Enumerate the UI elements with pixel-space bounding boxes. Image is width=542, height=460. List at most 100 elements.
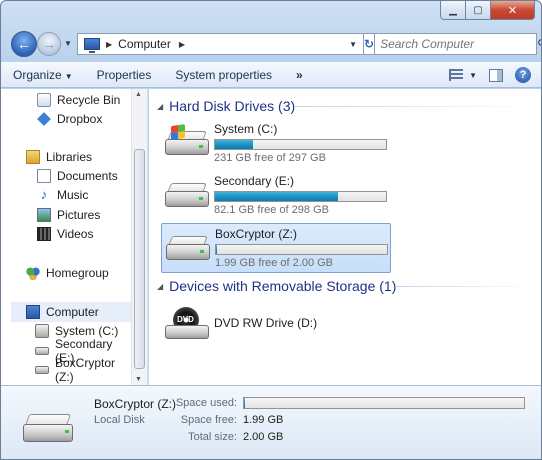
dvd-drive-icon: DVD — [165, 307, 209, 343]
scroll-up-icon[interactable]: ▲ — [135, 91, 142, 98]
preview-pane-icon[interactable] — [489, 68, 503, 82]
organize-menu[interactable]: Organize ▼ — [13, 68, 85, 82]
drive-name: System (C:) — [214, 122, 278, 136]
drive-tile-boxcryptor-z[interactable]: BoxCryptor (Z:) 1.99 GB free of 2.00 GB — [161, 223, 391, 273]
drive-name: DVD RW Drive (D:) — [214, 316, 318, 330]
view-tools: ▼ ? — [449, 67, 531, 83]
more-commands-button[interactable]: » — [284, 68, 314, 82]
group-header-label: Hard Disk Drives (3) — [169, 98, 296, 114]
group-header-label: Devices with Removable Storage (1) — [169, 278, 397, 294]
drive-icon — [35, 347, 49, 355]
sidebar-item-label: Dropbox — [57, 112, 103, 126]
forward-button[interactable]: → — [37, 32, 61, 56]
sidebar-item-libraries[interactable]: Libraries — [26, 147, 131, 167]
group-divider — [295, 106, 535, 107]
sidebar-item-homegroup[interactable]: Homegroup — [26, 263, 131, 283]
drive-icon — [165, 181, 209, 209]
sidebar-item-recycle-bin[interactable]: Recycle Bin — [37, 90, 131, 110]
space-used-label: Space used: — [175, 397, 237, 409]
group-divider — [395, 286, 535, 287]
breadcrumb-chevron-icon[interactable]: ▶ — [179, 40, 185, 49]
sidebar-item-computer[interactable]: Computer — [11, 302, 131, 322]
address-bar[interactable]: ▶ Computer ▶ ▼ — [77, 33, 366, 55]
details-drive-type: Local Disk — [94, 414, 145, 426]
system-drive-icon — [35, 324, 49, 338]
sidebar-scrollbar[interactable]: ▲ ▼ — [131, 89, 147, 385]
space-used-fill — [244, 398, 246, 408]
drive-icon — [23, 410, 75, 444]
pictures-icon — [37, 208, 51, 222]
drive-free-space: 82.1 GB free of 298 GB — [214, 204, 329, 216]
drive-name: Secondary (E:) — [214, 174, 295, 188]
caption-buttons: ▁ ▢ ✕ — [440, 1, 535, 20]
homegroup-icon — [26, 266, 40, 280]
total-size-label: Total size: — [188, 431, 237, 443]
drive-usage-bar — [215, 244, 388, 255]
drive-name: BoxCryptor (Z:) — [215, 227, 298, 241]
breadcrumb-computer[interactable]: Computer — [118, 37, 171, 51]
sidebar-item-documents[interactable]: Documents — [37, 166, 131, 186]
scroll-down-icon[interactable]: ▼ — [135, 376, 142, 383]
drive-usage-fill — [215, 140, 253, 149]
caret-down-icon: ▼ — [64, 72, 73, 81]
forward-arrow-icon: → — [42, 36, 56, 52]
group-header-hard-disks[interactable]: ◢ Hard Disk Drives (3) — [157, 96, 295, 116]
recycle-bin-icon — [37, 93, 51, 107]
maximize-button[interactable]: ▢ — [466, 1, 491, 20]
sidebar-item-label: Computer — [46, 305, 99, 319]
sidebar-item-videos[interactable]: Videos — [37, 224, 131, 244]
libraries-icon — [26, 150, 40, 164]
search-icon[interactable]: ⚲ — [537, 37, 541, 51]
computer-icon — [26, 305, 40, 319]
collapse-caret-icon[interactable]: ◢ — [157, 102, 163, 111]
drive-usage-fill — [215, 192, 339, 201]
minimize-button[interactable]: ▁ — [440, 1, 466, 20]
back-arrow-icon: ← — [17, 36, 31, 52]
space-used-bar — [243, 397, 525, 409]
windows-logo-icon — [171, 124, 185, 140]
drive-usage-bar — [214, 139, 387, 150]
system-properties-button[interactable]: System properties — [163, 68, 284, 82]
scrollbar-thumb[interactable] — [134, 149, 145, 369]
recent-pages-dropdown[interactable]: ▼ — [64, 39, 72, 48]
dropbox-icon — [37, 112, 51, 126]
sidebar-item-pictures[interactable]: Pictures — [37, 205, 131, 225]
drive-icon — [35, 366, 49, 374]
drive-free-space: 231 GB free of 297 GB — [214, 152, 326, 164]
system-drive-icon — [165, 124, 209, 157]
content-pane: ◢ Hard Disk Drives (3) System (C:) 231 G… — [149, 89, 541, 385]
drive-tile-system-c[interactable]: System (C:) 231 GB free of 297 GB — [161, 119, 391, 169]
back-button[interactable]: ← — [11, 31, 37, 57]
drive-tile-secondary-e[interactable]: Secondary (E:) 82.1 GB free of 298 GB — [161, 171, 391, 221]
sidebar-item-label: Pictures — [57, 208, 101, 222]
breadcrumb-chevron-icon[interactable]: ▶ — [106, 40, 112, 49]
help-icon[interactable]: ? — [515, 67, 531, 83]
explorer-window: ▁ ▢ ✕ ← → ▼ ▶ Computer ▶ ▼ ↻ ⚲ Organize▼… — [0, 0, 542, 460]
change-view-icon[interactable] — [449, 69, 464, 81]
sidebar-item-label: BoxCryptor (Z:) — [55, 356, 116, 384]
sidebar-item-boxcryptor-z[interactable]: BoxCryptor (Z:) — [35, 356, 131, 384]
sidebar-item-label: Libraries — [46, 150, 93, 164]
sidebar-item-label: Documents — [57, 169, 118, 183]
space-free-value: 1.99 GB — [243, 414, 284, 426]
drive-tile-dvd-d[interactable]: DVD DVD RW Drive (D:) — [161, 299, 391, 349]
sidebar-item-label: Recycle Bin — [57, 93, 121, 107]
drive-usage-bar — [214, 191, 387, 202]
drive-usage-fill — [216, 245, 217, 254]
drive-icon — [166, 234, 210, 262]
command-bar: Organize ▼ Properties System properties »… — [1, 62, 541, 88]
details-pane: BoxCryptor (Z:) Local Disk Space used: S… — [1, 385, 541, 459]
sidebar-item-music[interactable]: ♪ Music — [37, 185, 131, 205]
collapse-caret-icon[interactable]: ◢ — [157, 282, 163, 291]
search-input[interactable] — [375, 35, 538, 53]
refresh-icon[interactable]: ↻ — [364, 34, 376, 54]
group-header-removable[interactable]: ◢ Devices with Removable Storage (1) — [157, 276, 396, 296]
navigation-row: ← → ▼ ▶ Computer ▶ ▼ ↻ ⚲ — [9, 29, 541, 59]
sidebar-item-dropbox[interactable]: Dropbox — [37, 109, 131, 129]
close-button[interactable]: ✕ — [491, 1, 535, 20]
sidebar-item-label: Videos — [57, 227, 94, 241]
address-dropdown-icon[interactable]: ▼ — [349, 40, 357, 49]
view-options-dropdown-icon[interactable]: ▼ — [469, 71, 477, 80]
properties-button[interactable]: Properties — [85, 68, 164, 82]
sidebar-item-label: Music — [57, 188, 89, 202]
